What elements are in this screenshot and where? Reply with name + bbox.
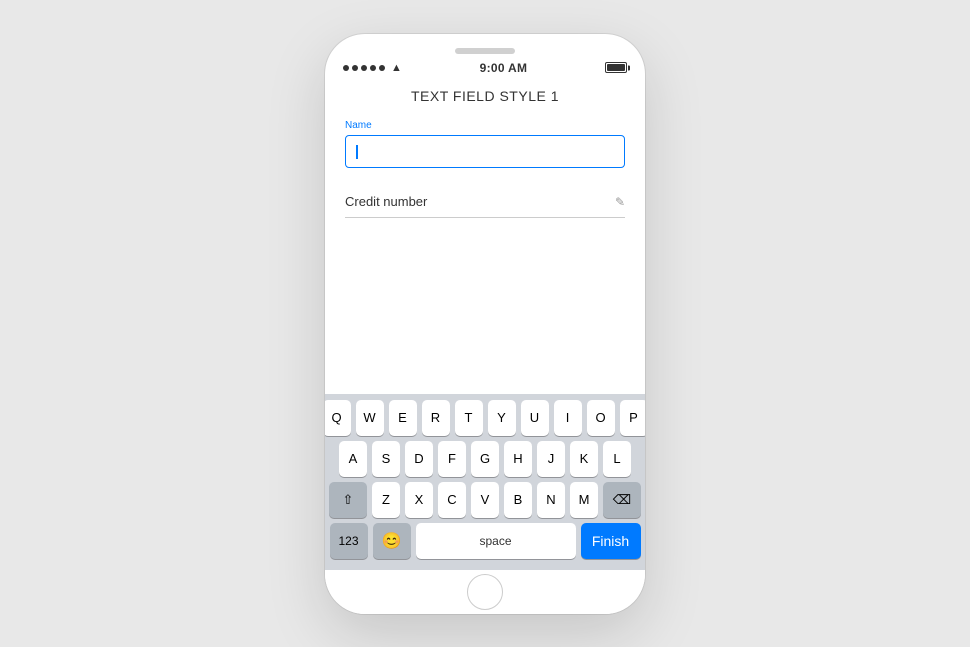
emoji-key[interactable]: 😊 [373,523,411,559]
screen: TEXT FIELD STYLE 1 Name Credit number ✎ [325,78,645,570]
key-g[interactable]: G [471,441,499,477]
key-j[interactable]: J [537,441,565,477]
key-b[interactable]: B [504,482,532,518]
key-c[interactable]: C [438,482,466,518]
keyboard: Q W E R T Y U I O P A S D F G H J K [325,394,645,570]
backspace-key[interactable]: ⌫ [603,482,641,518]
key-q[interactable]: Q [325,400,351,436]
status-bar: ▲ 9:00 AM [325,34,645,78]
status-time: 9:00 AM [480,61,528,75]
form-area: Name Credit number ✎ [325,120,645,237]
key-h[interactable]: H [504,441,532,477]
speaker [455,48,515,54]
screen-title: TEXT FIELD STYLE 1 [325,78,645,120]
home-button[interactable] [467,574,503,610]
key-y[interactable]: Y [488,400,516,436]
shift-key[interactable]: ⇧ [329,482,367,518]
key-d[interactable]: D [405,441,433,477]
key-o[interactable]: O [587,400,615,436]
keyboard-row-2: A S D F G H J K L [329,441,641,477]
signal-dot-4 [370,65,376,71]
key-n[interactable]: N [537,482,565,518]
signal-dot-2 [352,65,358,71]
keyboard-row-4: 123 😊 space Finish [329,523,641,559]
key-z[interactable]: Z [372,482,400,518]
key-u[interactable]: U [521,400,549,436]
wifi-icon: ▲ [391,62,402,74]
key-l[interactable]: L [603,441,631,477]
name-input[interactable] [345,135,625,169]
text-cursor [356,145,358,159]
credit-field-group: Credit number ✎ [345,186,625,218]
edit-icon: ✎ [615,195,625,209]
key-t[interactable]: T [455,400,483,436]
key-w[interactable]: W [356,400,384,436]
key-p[interactable]: P [620,400,646,436]
credit-field-label: Credit number [345,194,427,209]
phone-frame: ▲ 9:00 AM TEXT FIELD STYLE 1 Name Credit… [325,34,645,614]
credit-underline-field[interactable]: Credit number ✎ [345,186,625,218]
key-s[interactable]: S [372,441,400,477]
keyboard-row-3: ⇧ Z X C V B N M ⌫ [329,482,641,518]
numbers-key[interactable]: 123 [330,523,368,559]
home-button-area [325,570,645,614]
key-v[interactable]: V [471,482,499,518]
battery-icon [605,62,627,73]
key-i[interactable]: I [554,400,582,436]
key-a[interactable]: A [339,441,367,477]
finish-key[interactable]: Finish [581,523,641,559]
signal-dot-1 [343,65,349,71]
key-e[interactable]: E [389,400,417,436]
keyboard-row-1: Q W E R T Y U I O P [329,400,641,436]
signal-area: ▲ [343,62,402,74]
signal-dot-3 [361,65,367,71]
key-r[interactable]: R [422,400,450,436]
key-f[interactable]: F [438,441,466,477]
signal-dot-5 [379,65,385,71]
key-x[interactable]: X [405,482,433,518]
key-m[interactable]: M [570,482,598,518]
key-k[interactable]: K [570,441,598,477]
name-field-group: Name [345,120,625,169]
name-label: Name [345,120,625,131]
space-key[interactable]: space [416,523,576,559]
battery-fill [607,64,625,71]
battery-area [605,62,627,73]
